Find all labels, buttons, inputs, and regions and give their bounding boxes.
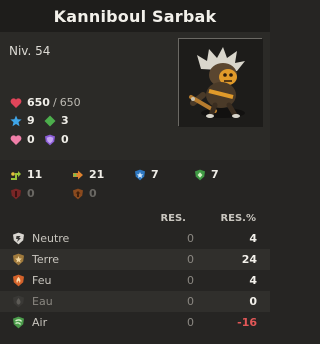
resistance-name: Neutre [32, 232, 70, 245]
shield-stat: 0 [10, 133, 35, 146]
mp-resist-shield-icon [195, 169, 205, 180]
monster-portrait-image [179, 39, 263, 127]
ap-resist-stat: 7 [134, 168, 159, 181]
resistance-row-feu: Feu 0 4 [0, 270, 270, 291]
orange-shield-value: 0 [89, 187, 97, 200]
air-element-icon [13, 316, 24, 329]
resistance-name: Air [32, 316, 48, 329]
mp-resist-value: 7 [211, 168, 219, 181]
resistance-table: RES. RES.% Neutre 0 4 Terre 0 24 Feu 0 4 [0, 208, 270, 344]
erosion-stat: 0 [44, 133, 69, 146]
erosion-value: 0 [61, 133, 69, 146]
dodge-ap-value: 11 [27, 168, 43, 181]
dodge-ap-stat: 11 [10, 168, 42, 181]
resistance-flat: 0 [187, 295, 194, 308]
resistance-flat: 0 [187, 232, 194, 245]
monster-header: Kanniboul Sarbak [0, 0, 270, 32]
fire-element-icon [13, 274, 24, 287]
red-shield-icon [11, 188, 21, 199]
dodge-mp-stat: 21 [72, 168, 104, 181]
dodge-mp-value: 21 [89, 168, 105, 181]
resistance-row-eau: Eau 0 0 [0, 291, 270, 312]
resistance-percent: 4 [249, 274, 257, 287]
resistance-flat: 0 [187, 316, 194, 329]
ap-stat: 9 [10, 114, 35, 127]
ap-value: 9 [27, 114, 35, 127]
hp-stat: 650 / 650 [10, 96, 81, 109]
ap-star-icon [10, 115, 22, 126]
res-pct-column-header: RES.% [220, 213, 256, 224]
res-column-header: RES. [160, 213, 186, 224]
resistance-flat: 0 [187, 274, 194, 287]
resistance-percent: 4 [249, 232, 257, 245]
pink-heart-icon [10, 134, 22, 145]
ap-resist-shield-icon [135, 169, 145, 180]
earth-element-icon [13, 253, 24, 266]
shield-value: 0 [27, 133, 35, 146]
orange-shield-stat: 0 [72, 187, 97, 200]
resistance-percent: 24 [241, 253, 257, 266]
orange-shield-icon [73, 188, 83, 199]
hp-separator: / [52, 96, 57, 109]
water-element-icon [13, 295, 24, 308]
resistance-flat: 0 [187, 253, 194, 266]
heart-icon [10, 97, 22, 108]
hp-current: 650 [27, 96, 50, 109]
resistance-table-header: RES. RES.% [0, 208, 270, 228]
neutral-element-icon [13, 232, 24, 245]
resistance-name: Feu [32, 274, 52, 287]
mp-resist-stat: 7 [194, 168, 219, 181]
mp-stat: 3 [44, 114, 69, 127]
ap-resist-value: 7 [151, 168, 159, 181]
monster-name: Kanniboul Sarbak [53, 6, 217, 26]
dodge-ap-icon [11, 170, 21, 180]
red-shield-value: 0 [27, 187, 35, 200]
red-shield-stat: 0 [10, 187, 35, 200]
secondary-stats: 11 21 7 7 0 0 [0, 160, 270, 208]
dodge-mp-icon [73, 170, 83, 179]
mp-value: 3 [61, 114, 69, 127]
purple-shield-icon [45, 134, 55, 145]
monster-portrait [178, 38, 263, 127]
monster-level: Niv. 54 [9, 44, 51, 58]
hp-max: 650 [59, 96, 81, 109]
mp-diamond-icon [44, 115, 56, 126]
resistance-row-terre: Terre 0 24 [0, 249, 270, 270]
resistance-row-neutre: Neutre 0 4 [0, 228, 270, 249]
resistance-name: Terre [32, 253, 59, 266]
resistance-percent: -16 [237, 316, 257, 329]
resistance-name: Eau [32, 295, 53, 308]
monster-profile: Niv. 54 650 / 650 9 3 0 0 [0, 32, 270, 160]
resistance-row-air: Air 0 -16 [0, 312, 270, 333]
resistance-percent: 0 [249, 295, 257, 308]
